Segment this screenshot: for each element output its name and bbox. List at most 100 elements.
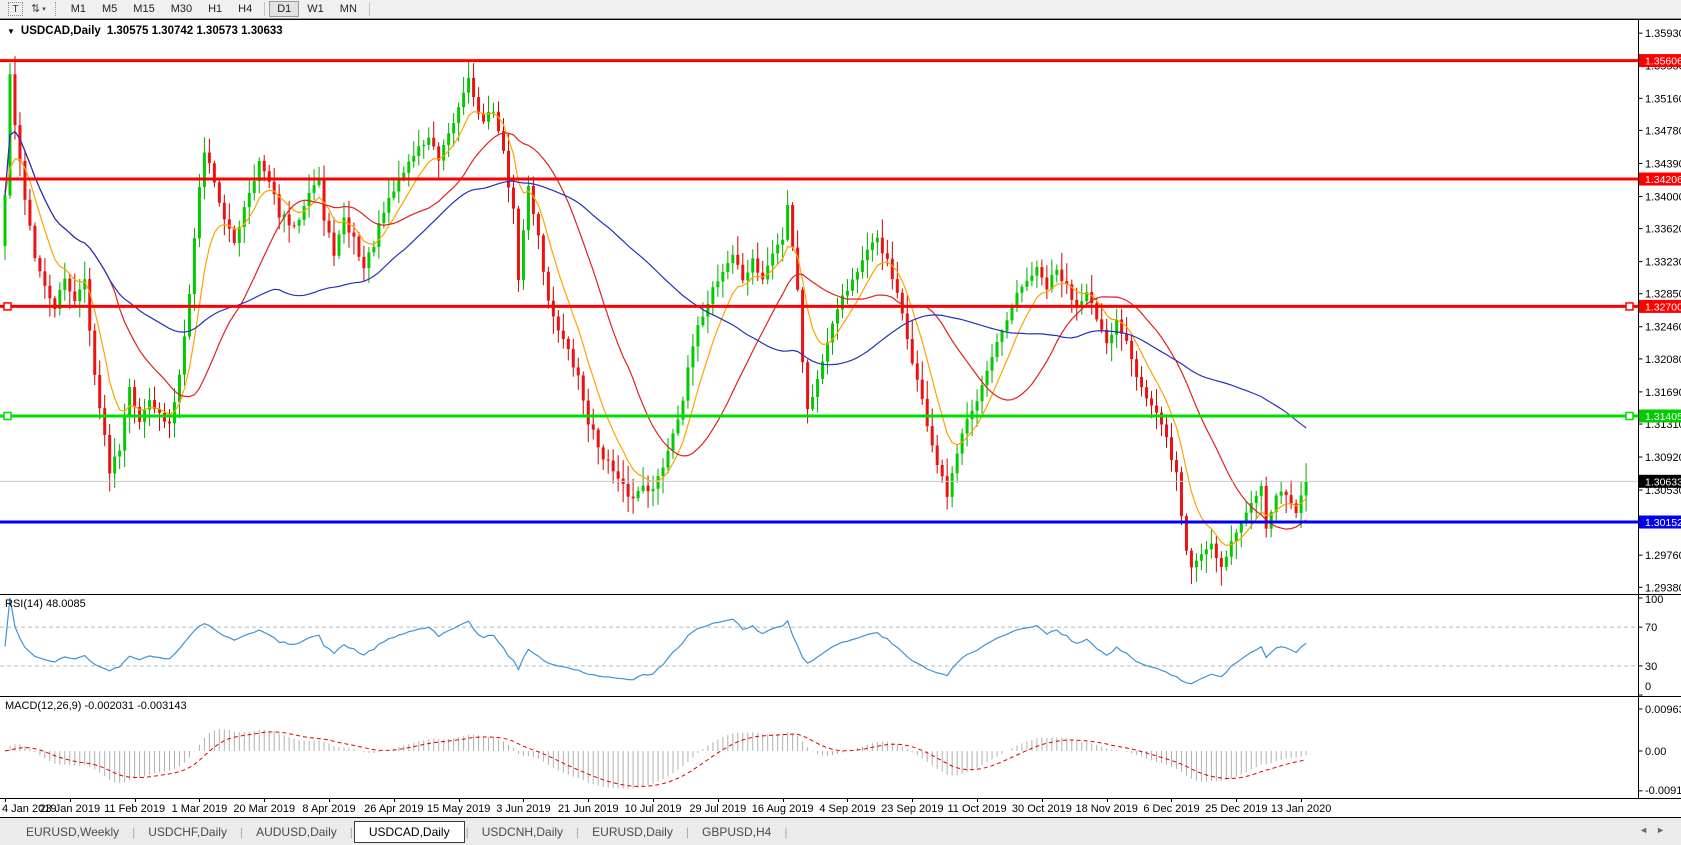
chart-tab-eurusd-daily[interactable]: EURUSD,Daily (580, 822, 685, 842)
price-badge-label: 1.35606 (1645, 56, 1681, 68)
date-label: 20 Mar 2019 (233, 803, 295, 815)
date-tick (977, 799, 978, 802)
timeframe-button-d1[interactable]: D1 (269, 1, 299, 17)
rsi-chart[interactable]: 10070300 (0, 595, 1681, 696)
chevron-down-icon: ▼ (7, 27, 15, 36)
date-tick (329, 799, 330, 802)
timeframe-button-mn[interactable]: MN (332, 1, 365, 17)
date-label: 23 Sep 2019 (881, 803, 943, 815)
timeframe-button-group: M1M5M15M30H1H4 D1W1MN (63, 1, 374, 17)
chart-tab-usdcnh-daily[interactable]: USDCNH,Daily (470, 822, 575, 842)
date-label: 23 Jan 2019 (40, 803, 101, 815)
price-tick-label: 1.35930 (1645, 28, 1681, 40)
date-label: 3 Jun 2019 (496, 803, 550, 815)
timeframe-button-h4[interactable]: H4 (230, 1, 260, 17)
date-label: 21 Jun 2019 (558, 803, 619, 815)
price-badge-label: 1.34206 (1645, 174, 1681, 186)
macd-tick-label: 0.009633 (1645, 704, 1681, 716)
ma-line-slow (5, 132, 1306, 428)
date-tick (912, 799, 913, 802)
rsi-panel: 10070300 RSI(14) 48.0085 (0, 594, 1681, 696)
tab-scroll-left-icon[interactable]: ◄ (1639, 825, 1656, 835)
rsi-tick-label: 0 (1645, 681, 1651, 693)
arrange-arrows-button[interactable]: ⇅ ▾ (27, 1, 50, 17)
symbol-label: USDCAD,Daily (21, 25, 101, 37)
date-tick (1301, 799, 1302, 802)
macd-signal-line (5, 732, 1306, 787)
price-tick-label: 1.33620 (1645, 224, 1681, 236)
date-tick (523, 799, 524, 802)
date-label: 29 Jul 2019 (689, 803, 746, 815)
timeframe-button-w1[interactable]: W1 (299, 1, 332, 17)
date-label: 26 Apr 2019 (364, 803, 423, 815)
rsi-tick-label: 70 (1645, 622, 1657, 634)
date-tick (70, 799, 71, 802)
date-label: 18 Nov 2019 (1075, 803, 1137, 815)
text-tool-icon: T (8, 2, 23, 16)
line-handle (4, 413, 11, 420)
toolbar-grip (55, 2, 58, 16)
toolbar-separator (369, 2, 370, 16)
date-tick (135, 799, 136, 802)
rsi-label: RSI(14) 48.0085 (5, 598, 86, 610)
price-chart[interactable]: 1.359301.355501.351601.347801.343901.340… (0, 20, 1681, 594)
price-badge-label: 1.30633 (1645, 476, 1681, 488)
timeframe-button-m1[interactable]: M1 (63, 1, 94, 17)
price-badge-label: 1.30152 (1645, 517, 1681, 529)
date-tick (653, 799, 654, 802)
price-badge-label: 1.32700 (1645, 301, 1681, 313)
top-toolbar: T ⇅ ▾ M1M5M15M30H1H4 D1W1MN (0, 0, 1681, 19)
chart-tab-eurusd-weekly[interactable]: EURUSD,Weekly (14, 822, 131, 842)
date-label: 11 Feb 2019 (104, 803, 165, 815)
tab-separator: | (783, 825, 788, 839)
tab-scroll-right-icon[interactable]: ► (1656, 825, 1673, 835)
macd-panel: 0.0096330.00-0.009134 MACD(12,26,9) -0.0… (0, 696, 1681, 798)
main-chart-panel: 1.359301.355501.351601.347801.343901.340… (0, 19, 1681, 594)
price-tick-label: 1.34000 (1645, 191, 1681, 203)
toolbar-separator (264, 2, 265, 16)
price-tick-label: 1.33230 (1645, 257, 1681, 269)
price-tick-label: 1.32460 (1645, 322, 1681, 334)
line-handle (1626, 413, 1633, 420)
timeframe-button-m30[interactable]: M30 (163, 1, 200, 17)
date-label: 16 Aug 2019 (752, 803, 814, 815)
price-tick-label: 1.34390 (1645, 158, 1681, 170)
chart-tab-audusd-daily[interactable]: AUDUSD,Daily (244, 822, 349, 842)
line-handle (1626, 303, 1633, 310)
macd-label: MACD(12,26,9) -0.002031 -0.003143 (5, 700, 187, 712)
date-label: 6 Dec 2019 (1143, 803, 1199, 815)
date-label: 13 Jan 2020 (1271, 803, 1332, 815)
date-axis[interactable]: 4 Jan 201923 Jan 201911 Feb 20191 Mar 20… (0, 798, 1681, 818)
price-tick-label: 1.31690 (1645, 387, 1681, 399)
macd-tick-label: -0.009134 (1645, 785, 1681, 797)
date-tick (199, 799, 200, 802)
date-tick (394, 799, 395, 802)
date-tick (847, 799, 848, 802)
date-tick (459, 799, 460, 802)
line-handle (4, 303, 11, 310)
tab-scroll-arrows[interactable]: ◄► (1639, 825, 1673, 835)
date-label: 25 Dec 2019 (1205, 803, 1267, 815)
chevron-down-icon: ▾ (42, 2, 46, 17)
date-tick (1107, 799, 1108, 802)
chart-tab-usdchf-daily[interactable]: USDCHF,Daily (136, 822, 239, 842)
chart-tab-bar: EURUSD,Weekly|USDCHF,Daily|AUDUSD,Daily|… (0, 818, 1681, 845)
date-label: 30 Oct 2019 (1012, 803, 1072, 815)
price-tick-label: 1.32080 (1645, 354, 1681, 366)
timeframe-button-m5[interactable]: M5 (94, 1, 125, 17)
date-tick (1236, 799, 1237, 802)
date-label: 4 Sep 2019 (819, 803, 875, 815)
macd-chart[interactable]: 0.0096330.00-0.009134 (0, 697, 1681, 798)
timeframe-button-m15[interactable]: M15 (125, 1, 162, 17)
timeframe-button-h1[interactable]: H1 (200, 1, 230, 17)
date-label: 10 Jul 2019 (625, 803, 682, 815)
date-tick (264, 799, 265, 802)
rsi-tick-label: 100 (1645, 595, 1663, 606)
updown-arrows-icon: ⇅ (31, 2, 39, 17)
chart-tab-usdcad-daily[interactable]: USDCAD,Daily (354, 821, 465, 843)
chart-tab-gbpusd-h4[interactable]: GBPUSD,H4 (690, 822, 783, 842)
price-tick-label: 1.34780 (1645, 125, 1681, 137)
text-tool-button[interactable]: T (4, 1, 27, 17)
date-tick (588, 799, 589, 802)
date-label: 15 May 2019 (427, 803, 491, 815)
